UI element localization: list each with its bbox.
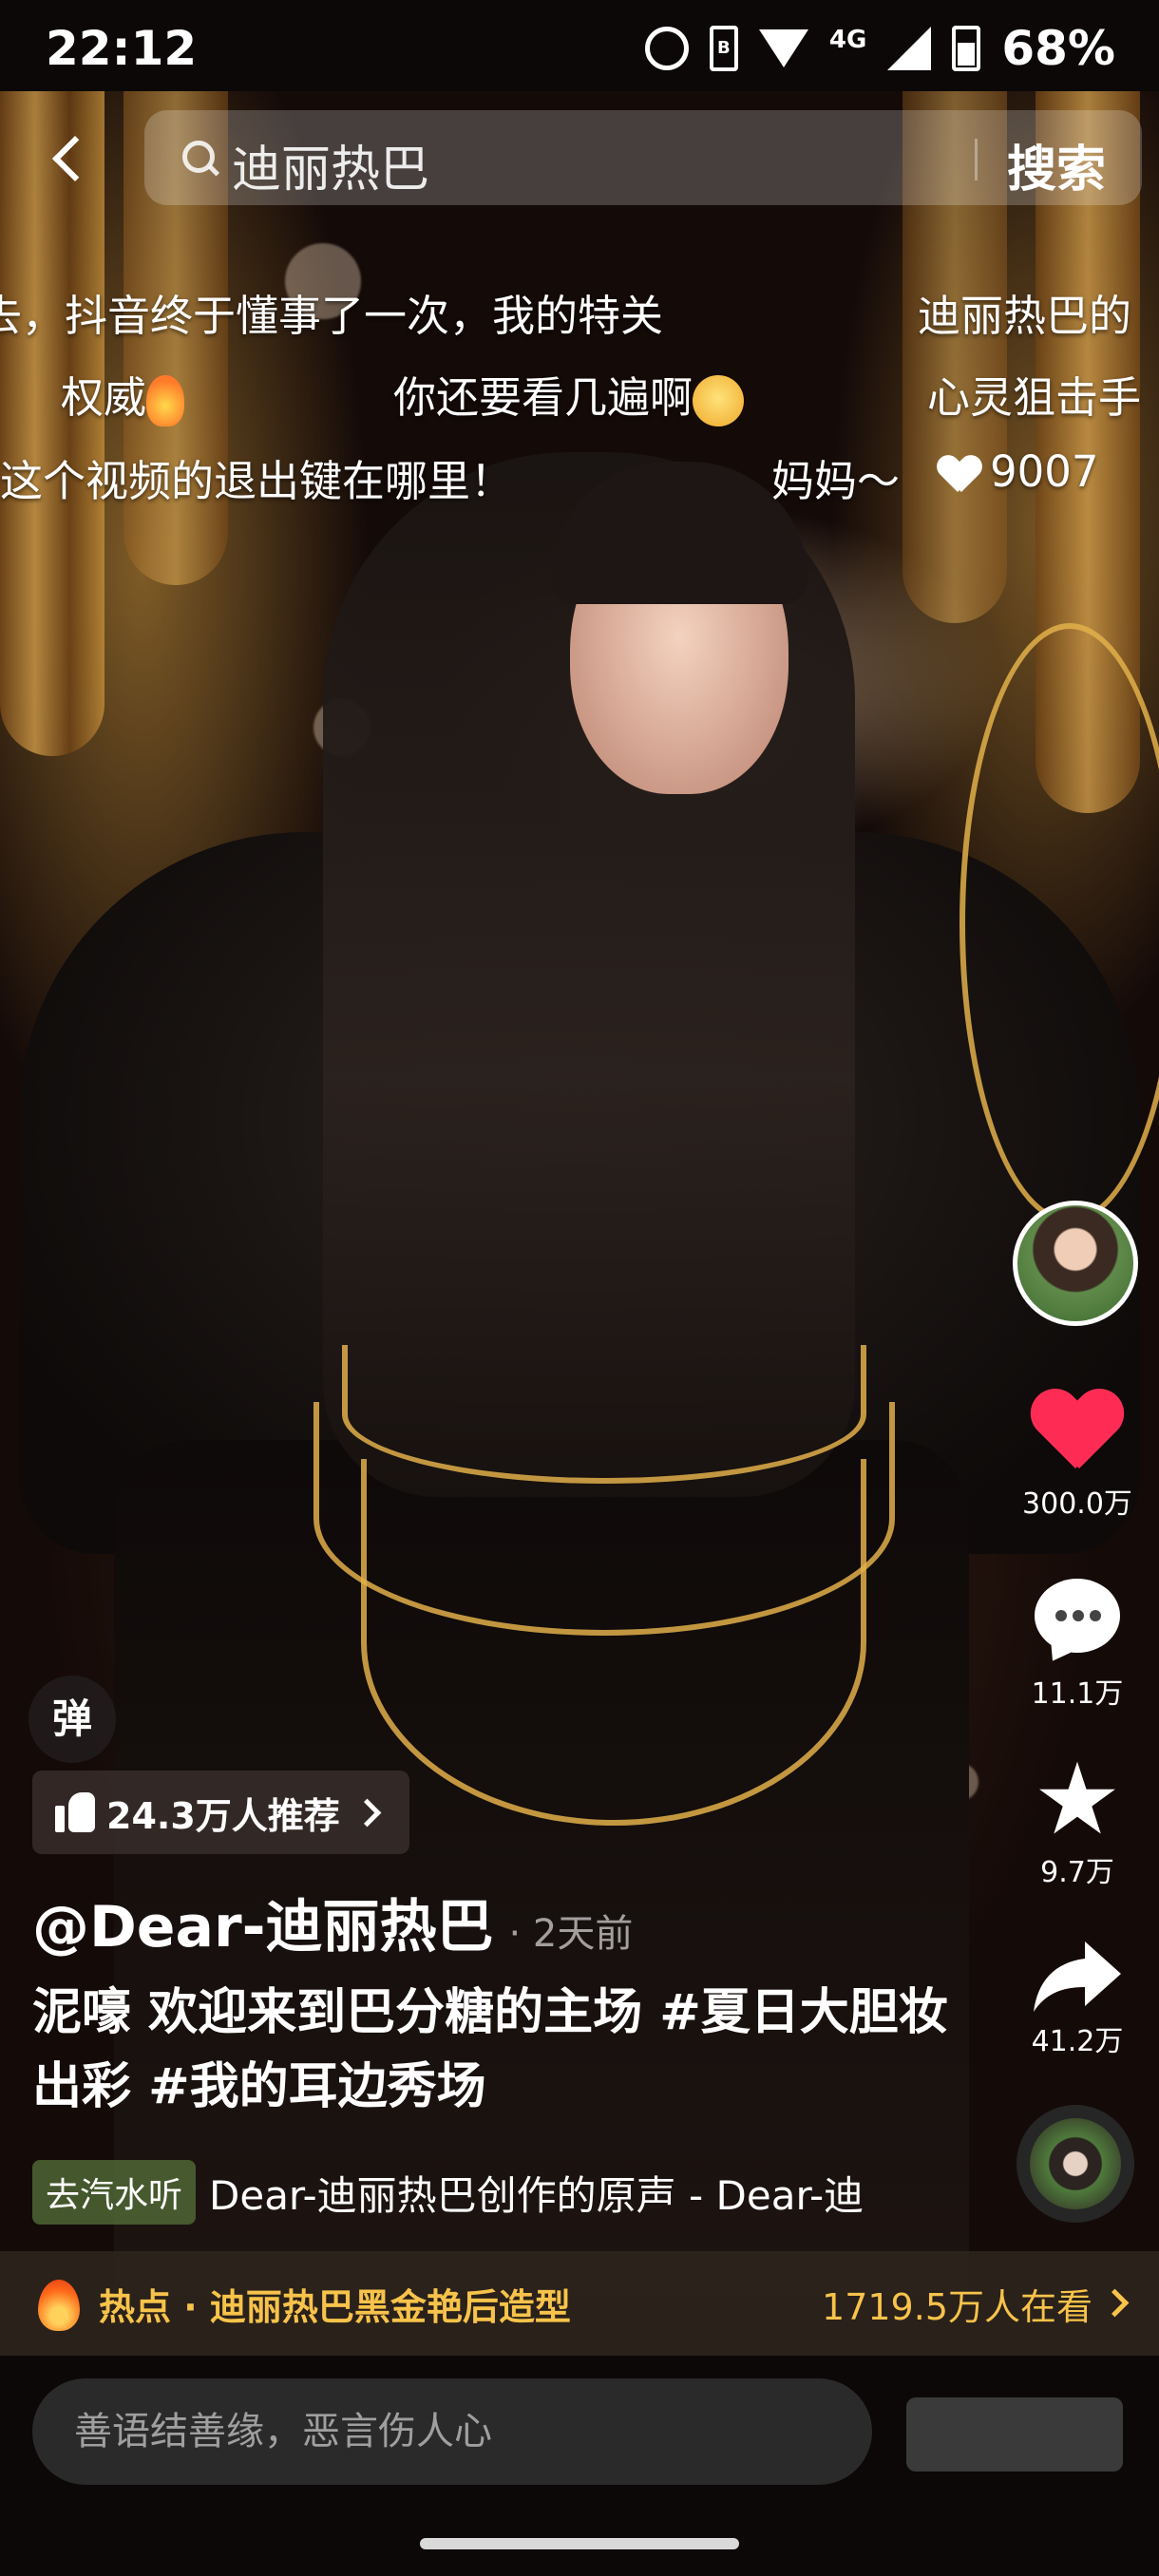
recommend-pill[interactable]: 24.3万人推荐 [32, 1771, 409, 1854]
recommend-text: 24.3万人推荐 [106, 1794, 340, 1837]
author-name[interactable]: @Dear-迪丽热巴 [32, 1881, 493, 1963]
danmaku-item: 你还要看几遍啊 [393, 363, 745, 426]
alarm-icon [644, 27, 689, 70]
status-icons: B 4G 68% [644, 21, 1115, 76]
comment-icon [1035, 1579, 1120, 1653]
heart-icon [939, 456, 980, 494]
hot-topic-bar[interactable]: 热点 · 迪丽热巴黑金艳后造型 1719.5万人在看 [0, 2251, 1159, 2356]
danmaku-item: 这个视频的退出键在哪里！ [0, 456, 514, 506]
chevron-right-icon [1100, 2288, 1130, 2318]
wifi-icon [758, 29, 808, 67]
hd-icon: B [709, 26, 738, 71]
emoji-icon [146, 375, 185, 426]
post-time: · 2天前 [508, 1912, 634, 1956]
search-divider [975, 139, 978, 180]
share-icon [1032, 1938, 1123, 2014]
like-button[interactable]: 300.0万 [1016, 1391, 1138, 1522]
comment-count: 11.1万 [1031, 1677, 1124, 1711]
music-row[interactable]: 去汽水听 Dear-迪丽热巴创作的原声 - Dear-迪 [32, 2160, 982, 2225]
flame-icon [38, 2280, 80, 2331]
network-type: 4G [828, 26, 867, 54]
video-caption[interactable]: 泥嚎 欢迎来到巴分糖的主场 #夏日大胆妆出彩 #我的耳边秀场 [32, 1976, 954, 2124]
chevron-right-icon [352, 1798, 382, 1827]
danmaku-item: 权威 [61, 363, 185, 426]
hot-topic-label: 热点 · 迪丽热巴黑金艳后造型 [99, 2286, 571, 2328]
status-time: 22:12 [46, 21, 198, 76]
music-disc[interactable] [1016, 2105, 1134, 2223]
hot-topic-viewers: 1719.5万人在看 [822, 2286, 1092, 2328]
thumbs-up-icon [55, 1792, 95, 1832]
danmaku-item: 迪丽热巴的 [918, 291, 1132, 341]
danmaku-item: 去，抖音终于懂事了一次，我的特关 [0, 291, 664, 341]
back-button[interactable] [42, 122, 99, 198]
music-app-tag[interactable]: 去汽水听 [32, 2160, 197, 2225]
danmaku-toggle-button[interactable]: 弹 [28, 1676, 116, 1763]
gold-chain [361, 1459, 866, 1826]
search-icon [182, 141, 215, 173]
search-query[interactable]: 迪丽热巴 [232, 129, 429, 200]
danmaku-item: 妈妈～ [771, 456, 901, 506]
comment-input[interactable] [32, 2378, 872, 2485]
music-title[interactable]: Dear-迪丽热巴创作的原声 - Dear-迪 [209, 2164, 864, 2222]
share-button[interactable]: 41.2万 [1016, 1938, 1138, 2059]
share-count: 41.2万 [1031, 2025, 1124, 2058]
danmaku-like-count: 9007 [990, 446, 1099, 497]
home-indicator[interactable] [420, 2538, 739, 2549]
author-avatar[interactable] [1013, 1201, 1138, 1326]
search-bar[interactable]: 迪丽热巴 搜索 [144, 110, 1142, 205]
search-button[interactable]: 搜索 [1007, 129, 1106, 200]
signal-icon [887, 27, 932, 70]
battery-icon [952, 26, 981, 71]
danmaku-item: 心灵狙击手 [927, 372, 1142, 423]
heart-icon [1030, 1391, 1125, 1476]
favorite-button[interactable]: ★ 9.7万 [1016, 1741, 1138, 1890]
star-icon: ★ [1033, 1741, 1122, 1857]
emoji-icon [693, 375, 745, 426]
danmaku-text: 你还要看几遍啊 [393, 372, 694, 423]
send-button[interactable] [906, 2397, 1123, 2472]
status-bar: 22:12 B 4G 68% [0, 0, 1159, 91]
battery-percent: 68% [1001, 21, 1115, 76]
like-count: 300.0万 [1022, 1487, 1132, 1521]
danmaku-like: 9007 [939, 446, 1099, 497]
comment-button[interactable]: 11.1万 [1016, 1579, 1138, 1712]
danmaku-text: 权威 [61, 372, 147, 423]
author-line: @Dear-迪丽热巴 · 2天前 [32, 1881, 633, 1963]
